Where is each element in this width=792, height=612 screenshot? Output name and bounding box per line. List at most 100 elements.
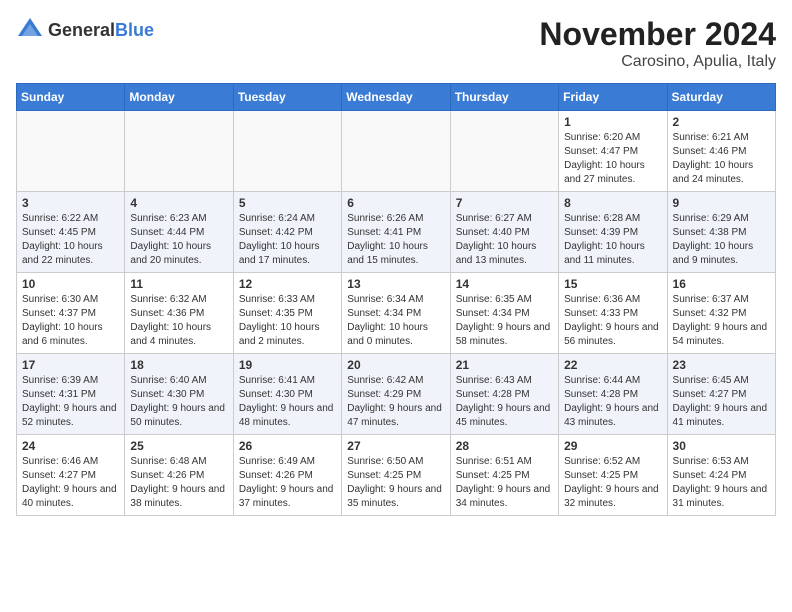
calendar-cell [450,111,558,192]
day-number: 16 [673,277,770,291]
calendar-cell: 2Sunrise: 6:21 AM Sunset: 4:46 PM Daylig… [667,111,775,192]
day-number: 13 [347,277,444,291]
calendar-cell: 25 Sunrise: 6:48 AM Sunset: 4:26 PM Dayli… [125,435,233,516]
calendar-header: SundayMondayTuesdayWednesdayThursdayFrid… [17,84,776,111]
calendar-cell: 4 Sunrise: 6:23 AM Sunset: 4:44 PM Daylig… [125,192,233,273]
calendar-cell: 8Sunrise: 6:28 AM Sunset: 4:39 PM Daylig… [559,192,667,273]
calendar-week-4: 17Sunrise: 6:39 AM Sunset: 4:31 PM Dayli… [17,354,776,435]
day-number: 2 [673,115,770,129]
calendar-cell: 16 Sunrise: 6:37 AM Sunset: 4:32 PM Dayli… [667,273,775,354]
day-info: Sunrise: 6:44 AM Sunset: 4:28 PM Dayligh… [564,374,661,430]
calendar-cell: 1 Sunrise: 6:20 AM Sunset: 4:47 PM Daylig… [559,111,667,192]
calendar-cell: 29 Sunrise: 6:52 AM Sunset: 4:25 PM Dayli… [559,435,667,516]
day-number: 18 [130,358,227,372]
day-number: 6 [347,196,444,210]
day-info: Sunrise: 6:26 AM Sunset: 4:41 PM Dayligh… [347,212,444,268]
day-info: Sunrise: 6:46 AM Sunset: 4:27 PM Dayligh… [22,455,119,511]
day-info: Sunrise: 6:23 AM Sunset: 4:44 PM Dayligh… [130,212,227,268]
day-number: 20 [347,358,444,372]
calendar-body: 1 Sunrise: 6:20 AM Sunset: 4:47 PM Daylig… [17,111,776,516]
day-info: Sunrise: 6:52 AM Sunset: 4:25 PM Dayligh… [564,455,661,511]
calendar-cell: 17Sunrise: 6:39 AM Sunset: 4:31 PM Dayli… [17,354,125,435]
logo-icon [16,16,44,44]
calendar-cell: 21 Sunrise: 6:43 AM Sunset: 4:28 PM Dayli… [450,354,558,435]
calendar-cell: 10Sunrise: 6:30 AM Sunset: 4:37 PM Dayli… [17,273,125,354]
calendar-cell: 6 Sunrise: 6:26 AM Sunset: 4:41 PM Daylig… [342,192,450,273]
day-info: Sunrise: 6:33 AM Sunset: 4:35 PM Dayligh… [239,293,336,349]
day-number: 10 [22,277,119,291]
day-number: 27 [347,439,444,453]
calendar-cell: 12 Sunrise: 6:33 AM Sunset: 4:35 PM Dayli… [233,273,341,354]
calendar-cell: 23Sunrise: 6:45 AM Sunset: 4:27 PM Dayli… [667,354,775,435]
day-info: Sunrise: 6:20 AM Sunset: 4:47 PM Dayligh… [564,131,661,187]
day-number: 7 [456,196,553,210]
day-number: 12 [239,277,336,291]
day-info: Sunrise: 6:32 AM Sunset: 4:36 PM Dayligh… [130,293,227,349]
day-number: 29 [564,439,661,453]
day-number: 28 [456,439,553,453]
logo-text-general: General [48,20,115,40]
day-info: Sunrise: 6:42 AM Sunset: 4:29 PM Dayligh… [347,374,444,430]
calendar-cell: 9Sunrise: 6:29 AM Sunset: 4:38 PM Daylig… [667,192,775,273]
day-info: Sunrise: 6:41 AM Sunset: 4:30 PM Dayligh… [239,374,336,430]
calendar-cell: 14 Sunrise: 6:35 AM Sunset: 4:34 PM Dayli… [450,273,558,354]
logo-text-blue: Blue [115,20,154,40]
day-info: Sunrise: 6:27 AM Sunset: 4:40 PM Dayligh… [456,212,553,268]
header-cell-friday: Friday [559,84,667,111]
day-info: Sunrise: 6:50 AM Sunset: 4:25 PM Dayligh… [347,455,444,511]
calendar-week-2: 3Sunrise: 6:22 AM Sunset: 4:45 PM Daylig… [17,192,776,273]
header-row: SundayMondayTuesdayWednesdayThursdayFrid… [17,84,776,111]
day-number: 30 [673,439,770,453]
day-number: 15 [564,277,661,291]
day-info: Sunrise: 6:49 AM Sunset: 4:26 PM Dayligh… [239,455,336,511]
day-info: Sunrise: 6:51 AM Sunset: 4:25 PM Dayligh… [456,455,553,511]
calendar-week-1: 1 Sunrise: 6:20 AM Sunset: 4:47 PM Daylig… [17,111,776,192]
day-number: 5 [239,196,336,210]
day-number: 26 [239,439,336,453]
calendar-cell: 5 Sunrise: 6:24 AM Sunset: 4:42 PM Daylig… [233,192,341,273]
day-number: 19 [239,358,336,372]
day-number: 24 [22,439,119,453]
day-number: 1 [564,115,661,129]
calendar-cell: 3Sunrise: 6:22 AM Sunset: 4:45 PM Daylig… [17,192,125,273]
header-cell-sunday: Sunday [17,84,125,111]
day-number: 8 [564,196,661,210]
calendar-cell [233,111,341,192]
day-number: 11 [130,277,227,291]
day-info: Sunrise: 6:35 AM Sunset: 4:34 PM Dayligh… [456,293,553,349]
day-number: 25 [130,439,227,453]
day-info: Sunrise: 6:24 AM Sunset: 4:42 PM Dayligh… [239,212,336,268]
calendar-week-5: 24 Sunrise: 6:46 AM Sunset: 4:27 PM Dayli… [17,435,776,516]
calendar-week-3: 10Sunrise: 6:30 AM Sunset: 4:37 PM Dayli… [17,273,776,354]
day-info: Sunrise: 6:43 AM Sunset: 4:28 PM Dayligh… [456,374,553,430]
calendar-cell: 18 Sunrise: 6:40 AM Sunset: 4:30 PM Dayli… [125,354,233,435]
day-info: Sunrise: 6:39 AM Sunset: 4:31 PM Dayligh… [22,374,119,430]
calendar-cell: 7 Sunrise: 6:27 AM Sunset: 4:40 PM Daylig… [450,192,558,273]
calendar-cell: 24 Sunrise: 6:46 AM Sunset: 4:27 PM Dayli… [17,435,125,516]
page-header: GeneralBlue November 2024 Carosino, Apul… [16,16,776,71]
calendar-cell: 27 Sunrise: 6:50 AM Sunset: 4:25 PM Dayli… [342,435,450,516]
calendar-cell: 20 Sunrise: 6:42 AM Sunset: 4:29 PM Dayli… [342,354,450,435]
header-cell-tuesday: Tuesday [233,84,341,111]
day-number: 22 [564,358,661,372]
calendar-cell: 26 Sunrise: 6:49 AM Sunset: 4:26 PM Dayli… [233,435,341,516]
day-info: Sunrise: 6:37 AM Sunset: 4:32 PM Dayligh… [673,293,770,349]
logo: GeneralBlue [16,16,154,44]
calendar-cell: 11 Sunrise: 6:32 AM Sunset: 4:36 PM Dayli… [125,273,233,354]
calendar-cell: 30 Sunrise: 6:53 AM Sunset: 4:24 PM Dayli… [667,435,775,516]
day-number: 3 [22,196,119,210]
header-cell-monday: Monday [125,84,233,111]
day-info: Sunrise: 6:40 AM Sunset: 4:30 PM Dayligh… [130,374,227,430]
day-number: 21 [456,358,553,372]
calendar-cell: 22 Sunrise: 6:44 AM Sunset: 4:28 PM Dayli… [559,354,667,435]
day-info: Sunrise: 6:36 AM Sunset: 4:33 PM Dayligh… [564,293,661,349]
day-number: 9 [673,196,770,210]
day-number: 14 [456,277,553,291]
month-title: November 2024 [539,16,776,53]
day-info: Sunrise: 6:48 AM Sunset: 4:26 PM Dayligh… [130,455,227,511]
header-cell-thursday: Thursday [450,84,558,111]
calendar-table: SundayMondayTuesdayWednesdayThursdayFrid… [16,83,776,516]
day-number: 4 [130,196,227,210]
title-block: November 2024 Carosino, Apulia, Italy [539,16,776,71]
day-info: Sunrise: 6:53 AM Sunset: 4:24 PM Dayligh… [673,455,770,511]
